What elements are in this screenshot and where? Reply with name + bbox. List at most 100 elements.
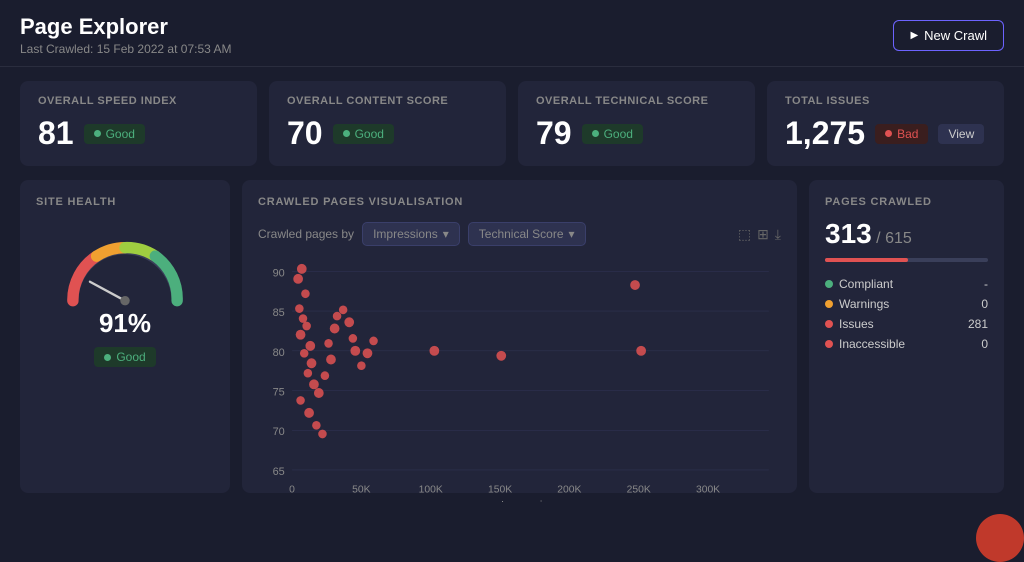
vis-icon-group: ⬚ ⊞ ⤓ [738,226,781,243]
svg-text:150K: 150K [488,484,512,495]
svg-text:65: 65 [273,466,285,478]
metric-label-speed: OVERALL SPEED INDEX [38,95,239,107]
site-health-label: SITE HEALTH [36,196,116,208]
svg-text:250K: 250K [627,484,651,495]
pages-crawled-current: 313 [825,218,872,249]
stat-row-issues: Issues 281 [825,314,988,334]
chart-area: 90 85 80 75 70 65 0 50K 100K 150K 200K 2 [258,254,781,502]
vis-controls: Crawled pages by Impressions ▾ Technical… [258,222,781,246]
new-crawl-button[interactable]: ▶ New Crawl [893,20,1004,51]
header-left: Page Explorer Last Crawled: 15 Feb 2022 … [20,14,231,56]
metric-content-score: OVERALL CONTENT SCORE 70 Good [269,81,506,166]
stat-name-compliant: Compliant [839,277,893,291]
dot-issues [885,130,892,137]
stat-row-compliant: Compliant - [825,274,988,294]
stat-val-issues: 281 [968,317,988,331]
site-health-badge-label: Good [116,350,145,364]
stat-name-inaccessible: Inaccessible [839,337,905,351]
pages-progress-fill [825,258,908,262]
svg-text:Impressions: Impressions [501,499,560,502]
metric-technical-score: OVERALL TECHNICAL SCORE 79 Good [518,81,755,166]
site-health-card: SITE HEALTH 91% Good [20,180,230,493]
badge-label-issues: Bad [897,127,918,141]
last-crawled: Last Crawled: 15 Feb 2022 at 07:53 AM [20,42,231,56]
badge-speed: Good [84,124,145,144]
page-header: Page Explorer Last Crawled: 15 Feb 2022 … [0,0,1024,67]
dot-content [343,130,350,137]
svg-text:70: 70 [273,426,285,438]
pages-crawled-value-row: 313 / 615 [825,218,988,250]
avatar[interactable] [976,514,1024,562]
svg-text:200K: 200K [557,484,581,495]
chevron-down-icon-2: ▾ [569,227,575,241]
dot-issues-stat [825,320,833,328]
svg-text:90: 90 [273,267,285,279]
metric-value-row-issues: 1,275 Bad View [785,115,986,152]
bottom-section: SITE HEALTH 91% Good [0,180,1024,507]
gauge-svg [50,223,200,313]
pages-crawled-label: PAGES CRAWLED [825,196,988,208]
impressions-dropdown[interactable]: Impressions ▾ [362,222,460,246]
stat-val-warnings: 0 [981,297,988,311]
site-health-badge: Good [94,347,155,367]
vis-label: CRAWLED PAGES VISUALISATION [258,196,781,208]
gauge-container: 91% Good [36,223,214,367]
crawled-by-label: Crawled pages by [258,227,354,241]
badge-issues: Bad [875,124,928,144]
metric-value-row-speed: 81 Good [38,115,239,152]
pages-progress-bar [825,258,988,262]
new-crawl-label: New Crawl [924,28,987,43]
badge-technical: Good [582,124,643,144]
scatter-chart: 90 85 80 75 70 65 0 50K 100K 150K 200K 2 [258,254,781,502]
dot-warnings [825,300,833,308]
grid-icon[interactable]: ⊞ [757,226,769,243]
expand-icon[interactable]: ⬚ [738,226,751,243]
metric-label-technical: OVERALL TECHNICAL SCORE [536,95,737,107]
metric-value-row-content: 70 Good [287,115,488,152]
svg-text:75: 75 [273,386,285,398]
svg-text:80: 80 [273,347,285,359]
metric-val-issues: 1,275 [785,115,865,152]
metric-val-technical: 79 [536,115,572,152]
metric-speed-index: OVERALL SPEED INDEX 81 Good [20,81,257,166]
dot-compliant [825,280,833,288]
download-icon[interactable]: ⤓ [775,226,781,243]
stat-row-warnings: Warnings 0 [825,294,988,314]
metric-val-content: 70 [287,115,323,152]
visualisation-card: CRAWLED PAGES VISUALISATION Crawled page… [242,180,797,493]
pages-crawled-card: PAGES CRAWLED 313 / 615 Compliant - Warn… [809,180,1004,493]
badge-label-technical: Good [604,127,633,141]
metrics-row: OVERALL SPEED INDEX 81 Good OVERALL CONT… [0,67,1024,180]
badge-label-content: Good [355,127,384,141]
page-title: Page Explorer [20,14,231,40]
chevron-down-icon-1: ▾ [443,227,449,241]
stat-val-inaccessible: 0 [981,337,988,351]
metric-label-content: OVERALL CONTENT SCORE [287,95,488,107]
site-health-dot [104,354,111,361]
svg-text:0: 0 [289,484,295,495]
badge-label-speed: Good [106,127,135,141]
svg-text:85: 85 [273,307,285,319]
metric-value-row-technical: 79 Good [536,115,737,152]
svg-text:100K: 100K [419,484,443,495]
pages-crawled-total: / 615 [876,230,912,247]
badge-content: Good [333,124,394,144]
stats-list: Compliant - Warnings 0 Issues 281 [825,274,988,354]
play-icon: ▶ [910,30,918,41]
view-issues-button[interactable]: View [938,124,984,144]
technical-score-dropdown[interactable]: Technical Score ▾ [468,222,586,246]
svg-text:300K: 300K [696,484,720,495]
stat-row-inaccessible: Inaccessible 0 [825,334,988,354]
dot-technical [592,130,599,137]
svg-text:50K: 50K [352,484,370,495]
dot-speed [94,130,101,137]
stat-val-compliant: - [984,277,988,291]
dot-inaccessible [825,340,833,348]
impressions-label: Impressions [373,227,438,241]
technical-score-label: Technical Score [479,227,564,241]
metric-total-issues: TOTAL ISSUES 1,275 Bad View [767,81,1004,166]
stat-name-warnings: Warnings [839,297,889,311]
metric-label-issues: TOTAL ISSUES [785,95,986,107]
stat-name-issues: Issues [839,317,874,331]
gauge-percent: 91% [99,308,151,339]
